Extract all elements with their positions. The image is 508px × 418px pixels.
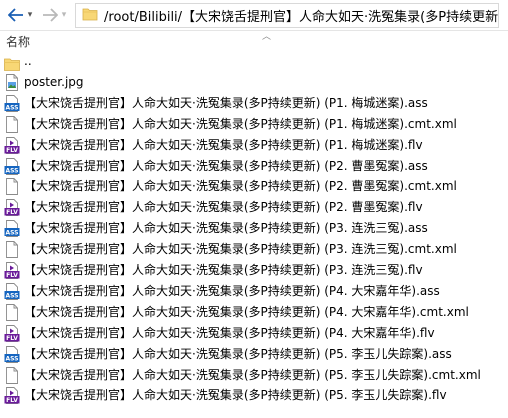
file-name: 【大宋饶舌提刑官】人命大如天·洗冤集录(多P持续更新) (P3. 连洗三冤).c… [24, 242, 457, 257]
file-row[interactable]: 【大宋饶舌提刑官】人命大如天·洗冤集录(多P持续更新) (P5. 李玉儿失踪案)… [0, 365, 508, 386]
ass-subtitle-file-icon: ASS [4, 220, 20, 238]
file-name: 【大宋饶舌提刑官】人命大如天·洗冤集录(多P持续更新) (P2. 曹墨冤案).a… [24, 158, 428, 173]
file-name: 【大宋饶舌提刑官】人命大如天·洗冤集录(多P持续更新) (P2. 曹墨冤案).f… [24, 200, 423, 215]
file-name: 【大宋饶舌提刑官】人命大如天·洗冤集录(多P持续更新) (P4. 大宋嘉年华).… [24, 325, 435, 340]
file-name: 【大宋饶舌提刑官】人命大如天·洗冤集录(多P持续更新) (P1. 梅城迷案).f… [24, 137, 423, 152]
flv-video-file-icon: FLV [4, 324, 20, 342]
forward-history-chevron-down-icon[interactable]: ▾ [58, 4, 70, 26]
navigation-toolbar: ▾ ▾ /root/Bilibili/【大宋饶舌提刑官】人命大如天·洗冤集录(多… [0, 0, 508, 31]
forward-arrow-icon[interactable] [40, 4, 60, 26]
svg-text:FLV: FLV [6, 209, 18, 216]
file-row[interactable]: 【大宋饶舌提刑官】人命大如天·洗冤集录(多P持续更新) (P4. 大宋嘉年华).… [0, 302, 508, 323]
address-path[interactable]: /root/Bilibili/【大宋饶舌提刑官】人命大如天·洗冤集录(多P持续更… [104, 6, 498, 25]
file-row[interactable]: ASS 【大宋饶舌提刑官】人命大如天·洗冤集录(多P持续更新) (P2. 曹墨冤案… [0, 156, 508, 177]
file-row[interactable]: ASS 【大宋饶舌提刑官】人命大如天·洗冤集录(多P持续更新) (P3. 连洗三冤… [0, 218, 508, 239]
document-file-icon [4, 241, 20, 259]
document-file-icon [4, 178, 20, 196]
column-header-name[interactable]: 名称 [6, 33, 30, 50]
file-row[interactable]: FLV 【大宋饶舌提刑官】人命大如天·洗冤集录(多P持续更新) (P3. 连洗三冤… [0, 260, 508, 281]
ass-subtitle-file-icon: ASS [4, 94, 20, 112]
file-row[interactable]: ASS 【大宋饶舌提刑官】人命大如天·洗冤集录(多P持续更新) (P1. 梅城迷案… [0, 93, 508, 114]
file-name: 【大宋饶舌提刑官】人命大如天·洗冤集录(多P持续更新) (P1. 梅城迷案).a… [24, 95, 428, 110]
flv-video-file-icon: FLV [4, 199, 20, 216]
document-file-icon [4, 366, 20, 384]
file-name: 【大宋饶舌提刑官】人命大如天·洗冤集录(多P持续更新) (P3. 连洗三冤).a… [24, 221, 428, 236]
file-name: 【大宋饶舌提刑官】人命大如天·洗冤集录(多P持续更新) (P4. 大宋嘉年华).… [24, 283, 440, 298]
flv-video-file-icon: FLV [4, 136, 20, 154]
folder-icon [82, 7, 98, 24]
address-bar[interactable]: /root/Bilibili/【大宋饶舌提刑官】人命大如天·洗冤集录(多P持续更… [75, 3, 499, 28]
ass-subtitle-file-icon: ASS [4, 282, 20, 300]
svg-text:FLV: FLV [6, 398, 18, 405]
file-name: 【大宋饶舌提刑官】人命大如天·洗冤集录(多P持续更新) (P1. 梅城迷案).c… [24, 116, 457, 131]
file-row[interactable]: poster.jpg [0, 72, 508, 93]
svg-text:ASS: ASS [5, 104, 18, 111]
file-row[interactable]: FLV 【大宋饶舌提刑官】人命大如天·洗冤集录(多P持续更新) (P1. 梅城迷案… [0, 135, 508, 156]
column-header-row: 名称 ︿ [0, 31, 508, 51]
file-row[interactable]: 【大宋饶舌提刑官】人命大如天·洗冤集录(多P持续更新) (P2. 曹墨冤案).c… [0, 176, 508, 197]
file-name: 【大宋饶舌提刑官】人命大如天·洗冤集录(多P持续更新) (P3. 连洗三冤).f… [24, 263, 423, 277]
file-row[interactable]: ASS 【大宋饶舌提刑官】人命大如天·洗冤集录(多P持续更新) (P5. 李玉儿失… [0, 344, 508, 365]
document-file-icon [4, 303, 20, 321]
file-row[interactable]: ASS 【大宋饶舌提刑官】人命大如天·洗冤集录(多P持续更新) (P4. 大宋嘉年… [0, 281, 508, 302]
file-row[interactable]: 【大宋饶舌提刑官】人命大如天·洗冤集录(多P持续更新) (P3. 连洗三冤).c… [0, 239, 508, 260]
ass-subtitle-file-icon: ASS [4, 345, 20, 363]
document-file-icon [4, 115, 20, 133]
file-name: poster.jpg [24, 74, 84, 89]
image-file-icon [4, 73, 20, 91]
svg-text:FLV: FLV [6, 147, 18, 154]
svg-text:FLV: FLV [6, 272, 18, 279]
ass-subtitle-file-icon: ASS [4, 157, 20, 175]
file-row[interactable]: FLV 【大宋饶舌提刑官】人命大如天·洗冤集录(多P持续更新) (P4. 大宋嘉年… [0, 323, 508, 344]
flv-video-file-icon: FLV [4, 262, 20, 279]
back-arrow-icon[interactable] [6, 4, 26, 26]
file-list: .. poster.jpg ASS 【大宋饶舌提刑官】人命大如天·洗冤集录(多P持续更… [0, 51, 508, 418]
file-name: .. [24, 54, 32, 68]
file-name: 【大宋饶舌提刑官】人命大如天·洗冤集录(多P持续更新) (P5. 李玉儿失踪案)… [24, 367, 481, 382]
svg-text:ASS: ASS [5, 230, 18, 237]
file-row[interactable]: FLV 【大宋饶舌提刑官】人命大如天·洗冤集录(多P持续更新) (P5. 李玉儿失… [0, 385, 508, 406]
svg-text:ASS: ASS [5, 292, 18, 299]
file-name: 【大宋饶舌提刑官】人命大如天·洗冤集录(多P持续更新) (P2. 曹墨冤案).c… [24, 179, 457, 194]
flv-video-file-icon: FLV [4, 387, 20, 404]
back-history-chevron-down-icon[interactable]: ▾ [24, 4, 36, 26]
file-row[interactable]: .. [0, 51, 508, 72]
sort-ascending-chevron-up-icon: ︿ [262, 32, 272, 42]
file-name: 【大宋饶舌提刑官】人命大如天·洗冤集录(多P持续更新) (P4. 大宋嘉年华).… [24, 304, 469, 319]
file-row[interactable]: FLV 【大宋饶舌提刑官】人命大如天·洗冤集录(多P持续更新) (P2. 曹墨冤案… [0, 197, 508, 218]
svg-text:ASS: ASS [5, 167, 18, 174]
file-name: 【大宋饶舌提刑官】人命大如天·洗冤集录(多P持续更新) (P5. 李玉儿失踪案)… [24, 346, 452, 361]
svg-text:ASS: ASS [5, 355, 18, 362]
svg-text:FLV: FLV [6, 335, 18, 342]
file-row[interactable]: 【大宋饶舌提刑官】人命大如天·洗冤集录(多P持续更新) (P1. 梅城迷案).c… [0, 114, 508, 135]
file-name: 【大宋饶舌提刑官】人命大如天·洗冤集录(多P持续更新) (P5. 李玉儿失踪案)… [24, 388, 447, 403]
